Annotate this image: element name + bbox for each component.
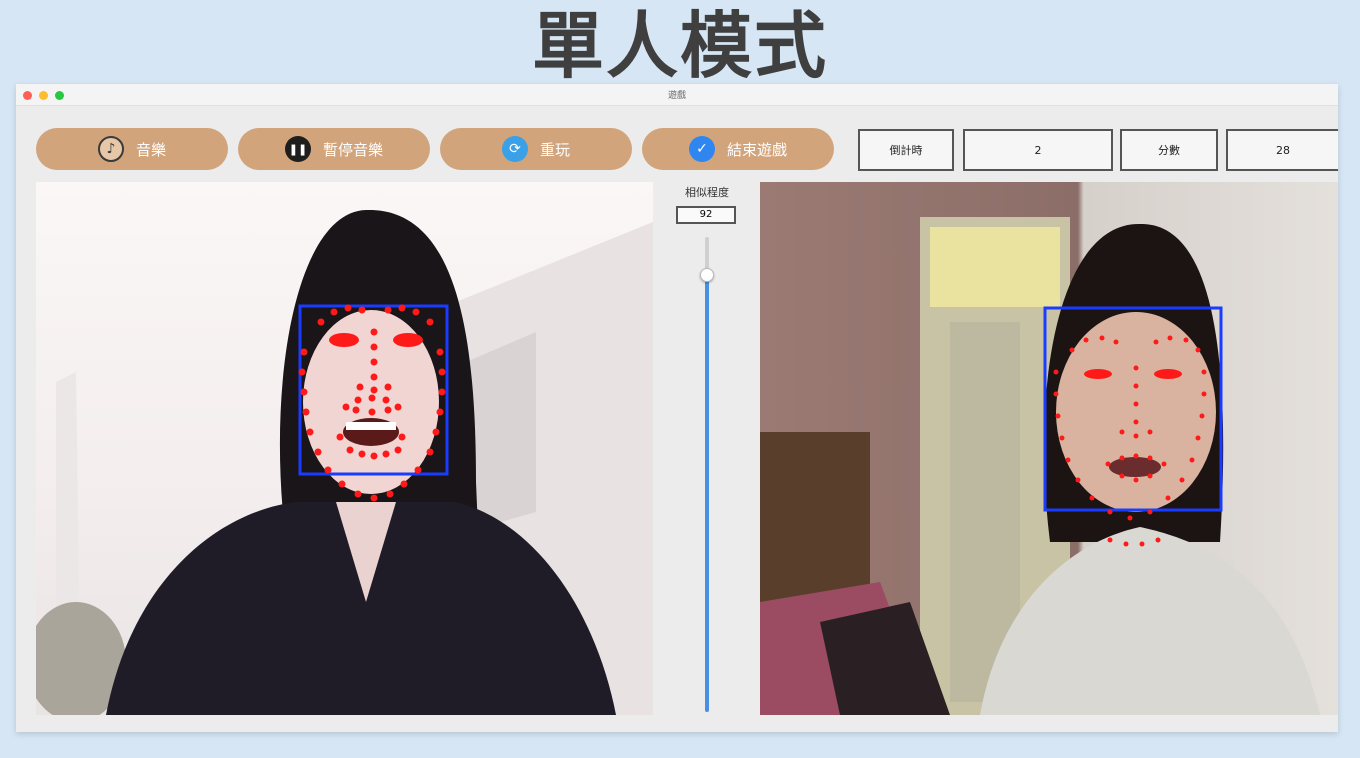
similarity-label: 相似程度: [685, 186, 729, 199]
camera-feed-image: [760, 182, 1338, 715]
similarity-slider-fill: [705, 275, 709, 712]
slide-title: 單人模式: [531, 4, 828, 88]
refresh-icon: ⟳: [501, 136, 528, 162]
replay-button[interactable]: ⟳ 重玩: [440, 128, 632, 170]
camera-face-drawing: [760, 217, 1320, 715]
similarity-slider[interactable]: [700, 237, 714, 712]
replay-button-label: 重玩: [539, 140, 570, 159]
countdown-label: 倒計時: [858, 129, 954, 171]
music-icon: ♪: [97, 136, 124, 162]
window-titlebar: 遊戲: [16, 84, 1338, 106]
check-icon: ✓: [688, 136, 715, 162]
pause-music-button-label: 暫停音樂: [322, 140, 383, 159]
music-button[interactable]: ♪ 音樂: [36, 128, 228, 170]
toolbar: ♪ 音樂 ❚❚ 暫停音樂 ⟳ 重玩 ✓ 結束遊戲 倒計時 2 分數 28: [16, 128, 1338, 172]
music-button-label: 音樂: [135, 140, 166, 159]
window-title: 遊戲: [667, 91, 686, 101]
reference-face-drawing: [36, 209, 653, 715]
similarity-value: 92: [676, 206, 736, 224]
similarity-panel: 相似程度 92: [666, 182, 748, 715]
countdown-value: 2: [963, 129, 1113, 171]
similarity-slider-knob[interactable]: [700, 268, 714, 282]
end-game-button-label: 結束遊戲: [726, 140, 787, 159]
game-window: 遊戲 ♪ 音樂 ❚❚ 暫停音樂 ⟳ 重玩 ✓ 結束遊戲 倒計時 2 分數 28: [16, 84, 1338, 732]
pause-icon: ❚❚: [284, 136, 311, 162]
pause-music-button[interactable]: ❚❚ 暫停音樂: [238, 128, 430, 170]
reference-face-image: [36, 182, 653, 715]
score-label: 分數: [1120, 129, 1218, 171]
end-game-button[interactable]: ✓ 結束遊戲: [642, 128, 834, 170]
score-value: 28: [1226, 129, 1338, 171]
